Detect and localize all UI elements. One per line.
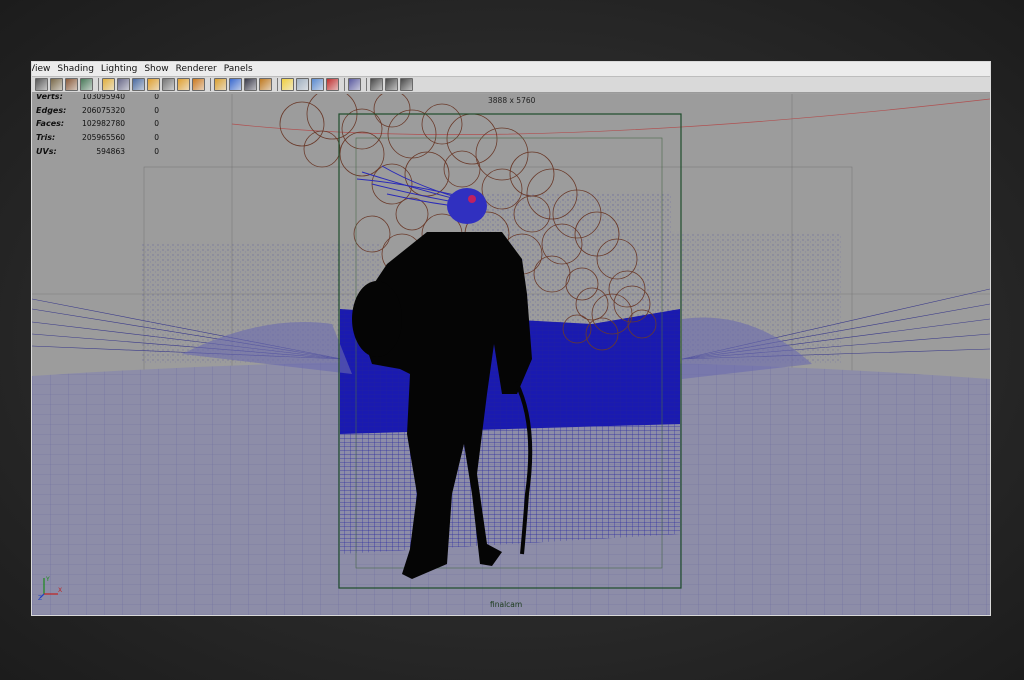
bookmark-icon[interactable] xyxy=(65,78,78,91)
isolate-icon[interactable] xyxy=(348,78,361,91)
hud-selected-value: 0 xyxy=(154,146,159,156)
hud-value: 205965560 xyxy=(82,133,125,143)
pan-zoom-icon[interactable] xyxy=(192,78,205,91)
smooth-shade-icon[interactable] xyxy=(229,78,242,91)
xray-icon[interactable] xyxy=(311,78,324,91)
hud-label: UVs: xyxy=(36,146,57,156)
3d-viewport[interactable]: Verts: 103095940 0 Edges: 206075320 0 Faces: 10… xyxy=(32,94,990,615)
render-grid-icon[interactable] xyxy=(385,78,398,91)
axis-x-label: X xyxy=(58,587,62,594)
panel-toolbar xyxy=(32,77,990,93)
hud-icon[interactable] xyxy=(370,78,383,91)
hud-value: 594863 xyxy=(96,146,125,156)
hud-selected-value: 0 xyxy=(154,105,159,115)
menu-show[interactable]: Show xyxy=(141,62,172,76)
shadow-icon[interactable] xyxy=(296,78,309,91)
field-chart-icon[interactable] xyxy=(162,78,175,91)
hud-selected-value: 0 xyxy=(154,119,159,129)
flat-shade-icon[interactable] xyxy=(244,78,257,91)
bounding-box-icon[interactable] xyxy=(259,78,272,91)
axis-z-label: Z xyxy=(38,595,42,600)
hud-value: 102982780 xyxy=(82,119,125,129)
safe-action-icon[interactable] xyxy=(147,78,160,91)
menu-panels[interactable]: Panels xyxy=(221,62,257,76)
hud-row: UVs: 594863 0 xyxy=(36,145,159,159)
toolbar-separator xyxy=(98,78,99,91)
hud-row: Edges: 206075320 0 xyxy=(36,104,159,118)
hud-row: Faces: 102982780 0 xyxy=(36,117,159,131)
menu-lighting[interactable]: Lighting xyxy=(98,62,141,76)
resolution-gate-icon[interactable] xyxy=(132,78,145,91)
resolution-readout: 3888 x 5760 xyxy=(488,96,536,105)
hud-label: Faces: xyxy=(36,119,65,129)
film-gate-icon[interactable] xyxy=(117,78,130,91)
toolbar-separator xyxy=(344,78,345,91)
maya-viewport-window: View Shading Lighting Show Renderer Panels xyxy=(31,61,991,616)
hud-selected-value: 0 xyxy=(154,94,159,101)
hud-value: 103095940 xyxy=(82,94,125,101)
light-icon[interactable] xyxy=(281,78,294,91)
wireframe-icon[interactable] xyxy=(214,78,227,91)
toolbar-separator xyxy=(277,78,278,91)
camera-name: finalcam xyxy=(490,600,523,609)
camera-lock-icon[interactable] xyxy=(50,78,63,91)
grid-icon[interactable] xyxy=(102,78,115,91)
camera-select-icon[interactable] xyxy=(35,78,48,91)
character-head-hair xyxy=(447,188,487,224)
hair-pivot xyxy=(468,195,476,203)
image-plane-icon[interactable] xyxy=(80,78,93,91)
poly-count-hud: Verts: 103095940 0 Edges: 206075320 0 Faces: 10… xyxy=(36,94,159,159)
textured-icon[interactable] xyxy=(326,78,339,91)
menu-renderer[interactable]: Renderer xyxy=(173,62,221,76)
toolbar-separator xyxy=(210,78,211,91)
menu-shading[interactable]: Shading xyxy=(54,62,98,76)
axis-indicator: Y X Z xyxy=(38,576,62,600)
hud-label: Tris: xyxy=(36,133,56,143)
gate-mask-icon[interactable] xyxy=(177,78,190,91)
toolbar-separator xyxy=(366,78,367,91)
panel-menu-bar: View Shading Lighting Show Renderer Panels xyxy=(32,62,990,77)
hud-label: Edges: xyxy=(36,105,67,115)
scene-render xyxy=(32,94,990,615)
hud-value: 206075320 xyxy=(82,105,125,115)
menu-view[interactable]: View xyxy=(32,62,54,76)
axis-y-label: Y xyxy=(45,576,50,583)
hud-selected-value: 0 xyxy=(154,133,159,143)
snapshot-icon[interactable] xyxy=(400,78,413,91)
hud-row: Tris: 205965560 0 xyxy=(36,131,159,145)
hud-row: Verts: 103095940 0 xyxy=(36,94,159,104)
hud-label: Verts: xyxy=(36,94,63,101)
